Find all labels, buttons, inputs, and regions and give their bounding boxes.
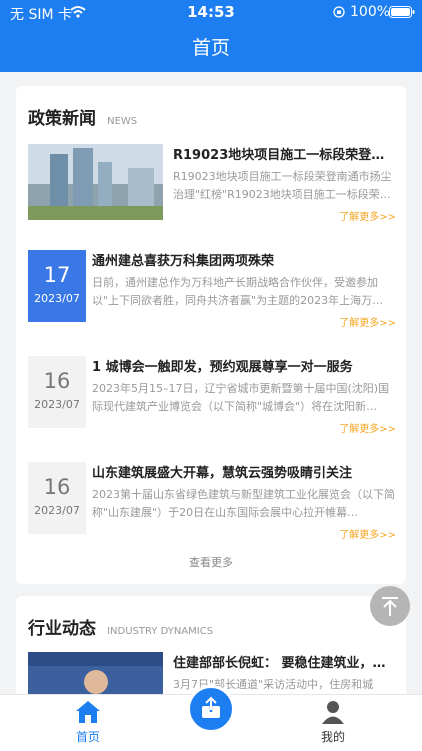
nav-bar: 首页 <box>0 24 422 72</box>
news-thumbnail <box>28 144 163 220</box>
news-month: 2023/07 <box>34 292 80 305</box>
news-item[interactable]: 17 2023/07 通州建总喜获万科集团两项殊荣 日前，通州建总作为万科地产长… <box>28 250 396 330</box>
news-month: 2023/07 <box>34 398 80 411</box>
news-day: 16 <box>43 369 71 393</box>
learn-more-link[interactable]: 了解更多>> <box>339 526 396 541</box>
center-action-button[interactable] <box>187 685 235 733</box>
news-day: 17 <box>43 263 71 287</box>
user-icon <box>322 701 344 724</box>
news-item[interactable]: 16 2023/07 山东建筑展盛大开幕，慧筑云强势吸睛引关注 2023第十届山… <box>28 462 396 542</box>
news-date: 16 2023/07 <box>28 462 86 534</box>
home-content[interactable]: 政策新闻 NEWS R19023地块项目施工一标段荣登南… R19023地块项目… <box>0 72 422 694</box>
news-title: 山东建筑展盛大开幕，慧筑云强势吸睛引关注 <box>92 466 353 481</box>
home-icon <box>76 701 100 723</box>
learn-more-link[interactable]: 了解更多>> <box>339 420 396 435</box>
news-title: 住建部部长倪虹： 要稳住建筑业，… <box>173 656 386 671</box>
news-summary: 2023年5月15–17日，辽宁省城市更新暨第十届中国(沈阳)国际现代建筑产业博… <box>92 382 390 413</box>
upload-icon <box>202 696 220 718</box>
policy-news-card: 政策新闻 NEWS R19023地块项目施工一标段荣登南… R19023地块项目… <box>16 86 406 584</box>
news-item[interactable]: 16 2023/07 1 城博会一触即发，预约观展尊享一对一服务 2023年5月… <box>28 356 396 436</box>
section-title: 政策新闻 <box>28 109 96 129</box>
tab-bar: 首页 我的 <box>0 685 422 751</box>
section-subtitle: NEWS <box>107 116 138 127</box>
news-date: 16 2023/07 <box>28 356 86 428</box>
news-summary: 日前，通州建总作为万科地产长期战略合作伙伴，受邀参加以"上下同欲者胜，同舟共济者… <box>92 276 384 307</box>
news-summary: 2023第十届山东省绿色建筑与新型建筑工业化展览会（以下简称"山东建展"）于20… <box>92 488 395 519</box>
industry-header: 行业动态 INDUSTRY DYNAMICS <box>28 614 214 639</box>
status-bar: 无 SIM 卡 14:53 100% <box>0 0 422 24</box>
news-title: R19023地块项目施工一标段荣登南… <box>173 148 396 163</box>
news-month: 2023/07 <box>34 504 80 517</box>
page-title: 首页 <box>191 37 230 59</box>
news-title: 1 城博会一触即发，预约观展尊享一对一服务 <box>92 360 353 375</box>
battery-icon <box>389 6 415 18</box>
section-subtitle: INDUSTRY DYNAMICS <box>107 626 214 637</box>
policy-news-header: 政策新闻 NEWS <box>28 104 138 129</box>
news-title: 通州建总喜获万科集团两项殊荣 <box>92 254 275 269</box>
news-item[interactable]: R19023地块项目施工一标段荣登南… R19023地块项目施工一标段荣登南通市… <box>28 144 396 224</box>
news-day: 16 <box>43 475 71 499</box>
industry-dynamics-card: 行业动态 INDUSTRY DYNAMICS 住建部部长倪虹： 要稳住建筑业，…… <box>16 596 406 694</box>
back-to-top-button[interactable] <box>370 586 410 626</box>
news-summary: R19023地块项目施工一标段荣登南通市扬尘治理"红榜"R19023地块项目施工… <box>173 170 392 201</box>
news-date: 17 2023/07 <box>28 250 86 322</box>
news-thumbnail <box>28 652 163 694</box>
back-to-top-icon <box>382 597 398 616</box>
battery-percent: 100% <box>350 4 391 20</box>
section-title: 行业动态 <box>28 619 96 639</box>
tab-home[interactable]: 首页 <box>60 699 116 745</box>
learn-more-link[interactable]: 了解更多>> <box>339 208 396 223</box>
learn-more-link[interactable]: 了解更多>> <box>339 314 396 329</box>
tab-label: 首页 <box>75 730 100 744</box>
tab-mine[interactable]: 我的 <box>305 699 361 745</box>
view-more-button[interactable]: 查看更多 <box>16 554 406 570</box>
orientation-lock-icon <box>333 6 345 18</box>
tab-label: 我的 <box>320 730 345 744</box>
